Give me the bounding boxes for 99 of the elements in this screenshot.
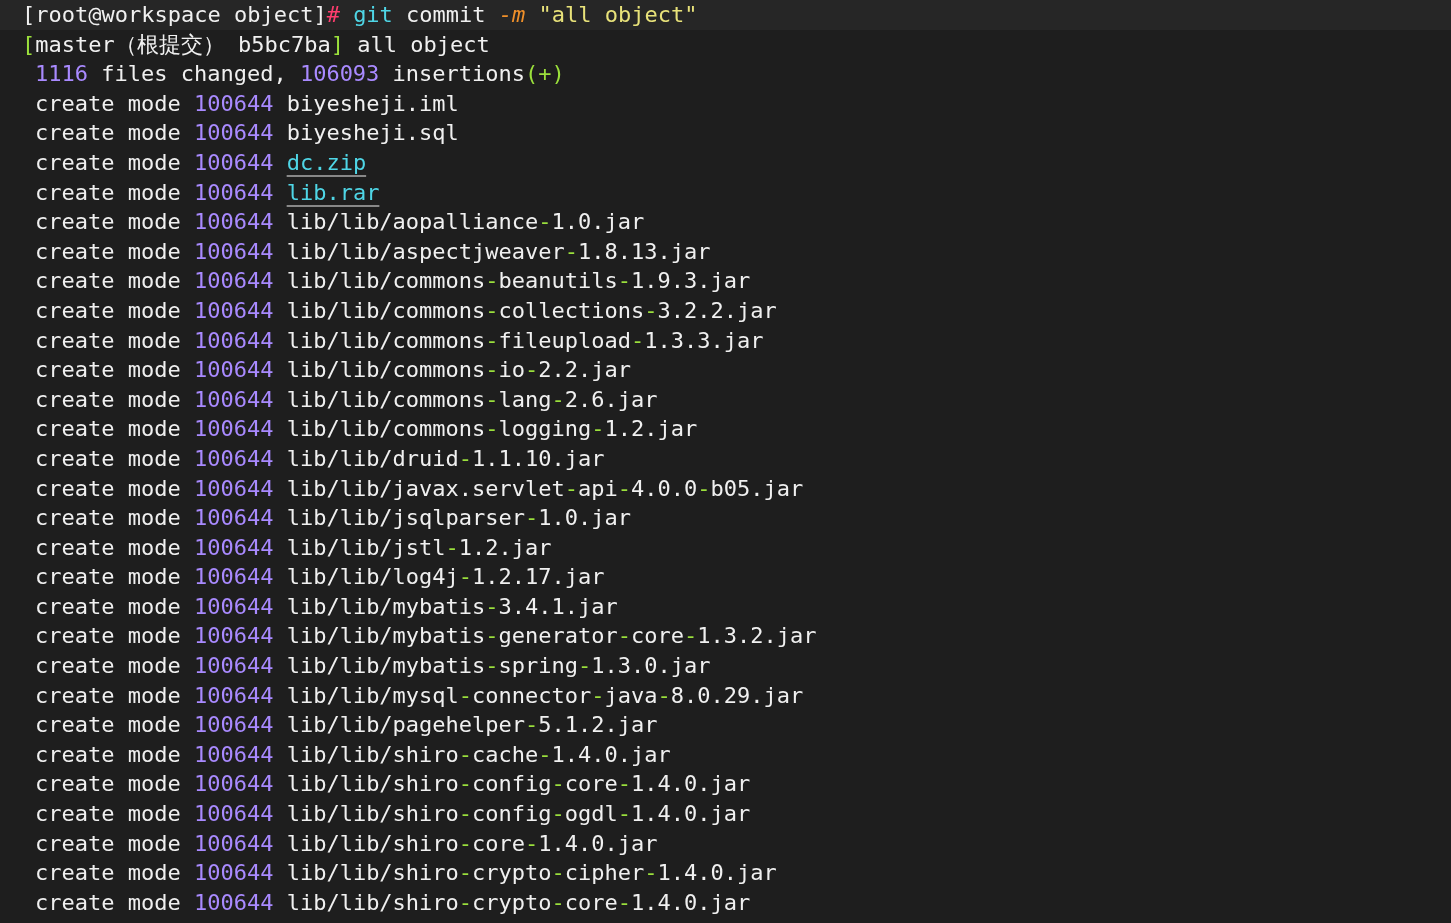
file-path: lib.rar [286, 179, 380, 205]
action-text: create mode [35, 238, 181, 264]
file-path: lib/lib/commons-logging-1.2.jar [286, 416, 698, 442]
file-path: lib/lib/jstl-1.2.jar [286, 534, 552, 560]
file-count: 1116 [35, 61, 88, 87]
action-text: create mode [35, 179, 181, 205]
file-mode: 100644 [193, 120, 274, 146]
bracket-text: ] [330, 31, 344, 57]
file-path: lib/lib/commons-lang-2.6.jar [286, 386, 658, 412]
file-mode: 100644 [193, 416, 274, 442]
file-mode: 100644 [193, 238, 274, 264]
insertions-text: insertions [392, 61, 526, 87]
action-text: create mode [35, 860, 181, 886]
file-path: lib/lib/commons-fileupload-1.3.3.jar [286, 327, 764, 353]
branch-ref-text: master（根提交） b5bc7ba [35, 31, 331, 57]
message-text: "all object" [538, 2, 698, 27]
subcommand-text: commit [406, 2, 486, 27]
file-mode: 100644 [193, 475, 274, 501]
action-text: create mode [35, 505, 181, 531]
file-mode: 100644 [193, 297, 274, 323]
action-text: create mode [35, 889, 181, 915]
action-text: create mode [35, 386, 181, 412]
action-text: create mode [35, 120, 181, 146]
file-path: lib/lib/mybatis-generator-core-1.3.2.jar [286, 623, 817, 649]
action-text: create mode [35, 771, 181, 797]
flag-text: -m [498, 2, 526, 27]
file-path: lib/lib/jsqlparser-1.0.jar [286, 505, 632, 531]
file-path: lib/lib/log4j-1.2.17.jar [286, 564, 605, 590]
file-mode: 100644 [193, 505, 274, 531]
file-path: lib/lib/shiro-cache-1.4.0.jar [286, 741, 671, 767]
file-mode: 100644 [193, 889, 274, 915]
commit-message-text: all object [357, 31, 490, 57]
prompt-host: [root@workspace object] [22, 2, 327, 27]
prompt-symbol: # [326, 2, 340, 27]
action-text: create mode [35, 564, 181, 590]
file-path: lib/lib/commons-io-2.2.jar [286, 357, 632, 383]
action-text: create mode [35, 712, 181, 738]
action-text: create mode [35, 357, 181, 383]
file-mode: 100644 [193, 534, 274, 560]
action-text: create mode [35, 741, 181, 767]
file-path: lib/lib/druid-1.1.10.jar [286, 445, 605, 471]
file-mode: 100644 [193, 327, 274, 353]
file-mode: 100644 [193, 149, 274, 175]
file-path: lib/lib/shiro-crypto-cipher-1.4.0.jar [286, 860, 777, 886]
file-path: biyesheji.sql [286, 120, 459, 146]
file-mode: 100644 [193, 386, 274, 412]
file-mode: 100644 [193, 564, 274, 590]
action-text: create mode [35, 830, 181, 856]
action-text: create mode [35, 801, 181, 827]
action-text: create mode [35, 416, 181, 442]
file-path: dc.zip [286, 149, 367, 175]
file-mode: 100644 [193, 830, 274, 856]
action-text: create mode [35, 653, 181, 679]
action-text: create mode [35, 623, 181, 649]
file-path: lib/lib/javax.servlet-api-4.0.0-b05.jar [286, 475, 804, 501]
file-mode: 100644 [193, 741, 274, 767]
file-mode: 100644 [193, 209, 274, 235]
action-text: create mode [35, 90, 181, 116]
file-mode: 100644 [193, 623, 274, 649]
file-mode: 100644 [193, 860, 274, 886]
action-text: create mode [35, 534, 181, 560]
files-changed-text: files changed, [101, 61, 287, 87]
file-mode: 100644 [193, 179, 274, 205]
file-path: lib/lib/shiro-config-core-1.4.0.jar [286, 771, 751, 797]
action-text: create mode [35, 149, 181, 175]
file-path: lib/lib/shiro-config-ogdl-1.4.0.jar [286, 801, 751, 827]
action-text: create mode [35, 475, 181, 501]
file-path: lib/lib/commons-collections-3.2.2.jar [286, 297, 777, 323]
insertion-count: 106093 [299, 61, 380, 87]
file-path: lib/lib/pagehelper-5.1.2.jar [286, 712, 658, 738]
action-text: create mode [35, 593, 181, 619]
file-path: lib/lib/mybatis-spring-1.3.0.jar [286, 653, 711, 679]
action-text: create mode [35, 297, 181, 323]
file-path: lib/lib/shiro-crypto-core-1.4.0.jar [286, 889, 751, 915]
command-text: git [353, 2, 393, 27]
action-text: create mode [35, 268, 181, 294]
file-mode: 100644 [193, 90, 274, 116]
file-path: lib/lib/shiro-core-1.4.0.jar [286, 830, 658, 856]
file-mode: 100644 [193, 682, 274, 708]
bracket-text: [ [22, 31, 36, 57]
action-text: create mode [35, 445, 181, 471]
file-mode: 100644 [193, 268, 274, 294]
file-mode: 100644 [193, 357, 274, 383]
file-path: lib/lib/mysql-connector-java-8.0.29.jar [286, 682, 804, 708]
file-path: lib/lib/aopalliance-1.0.jar [286, 209, 645, 235]
file-path: lib/lib/aspectjweaver-1.8.13.jar [286, 238, 711, 264]
action-text: create mode [35, 682, 181, 708]
file-mode: 100644 [193, 771, 274, 797]
file-path: biyesheji.iml [286, 90, 459, 116]
file-mode: 100644 [193, 593, 274, 619]
file-mode: 100644 [193, 445, 274, 471]
file-mode: 100644 [193, 653, 274, 679]
file-mode: 100644 [193, 712, 274, 738]
insertion-sign: (+) [525, 61, 565, 87]
file-path: lib/lib/commons-beanutils-1.9.3.jar [286, 268, 751, 294]
action-text: create mode [35, 327, 181, 353]
file-path: lib/lib/mybatis-3.4.1.jar [286, 593, 618, 619]
action-text: create mode [35, 209, 181, 235]
file-mode: 100644 [193, 801, 274, 827]
